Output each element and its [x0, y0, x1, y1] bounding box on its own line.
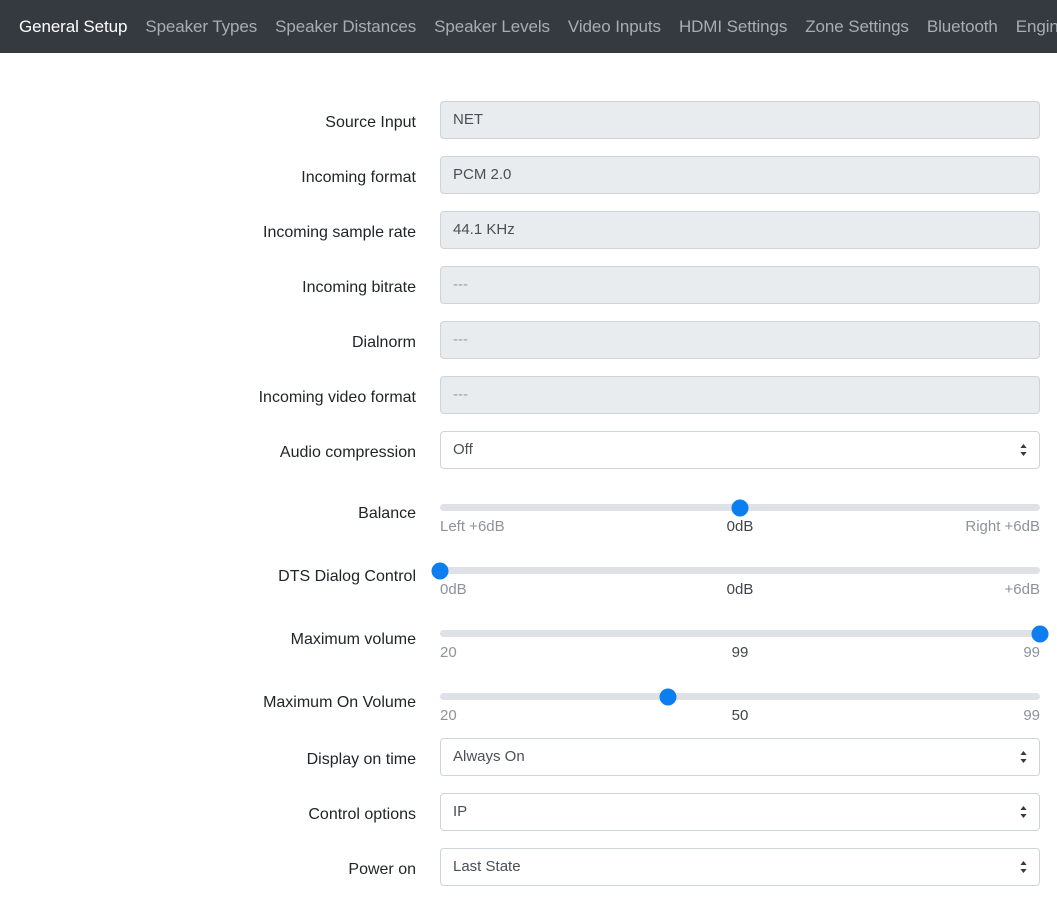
form-row-audio-compression: Audio compression Off: [0, 431, 1057, 486]
chevron-updown-icon: [1020, 751, 1027, 763]
balance-min-label: Left +6dB: [440, 518, 505, 535]
form-row-maximum-volume: Maximum volume 20 99 99: [0, 612, 1057, 675]
display-on-time-label: Display on time: [306, 751, 416, 768]
nav-tab-video-inputs[interactable]: Video Inputs: [559, 0, 670, 53]
maximum-on-volume-max-label: 99: [1023, 707, 1040, 724]
balance-mid-label: 0dB: [726, 518, 754, 535]
maximum-volume-slider-track[interactable]: [440, 625, 1049, 642]
nav-tab-bluetooth[interactable]: Bluetooth: [918, 0, 1007, 53]
nav-tab-label: Zone Settings: [805, 17, 909, 36]
control-options-value: IP: [453, 803, 468, 820]
nav-tab-label: Video Inputs: [567, 17, 661, 36]
balance-slider-track[interactable]: [440, 499, 1040, 516]
nav-tab-label: Speaker Distances: [275, 17, 417, 36]
maximum-on-volume-slider-thumb[interactable]: [659, 688, 677, 705]
form-row-source-input: Source Input NET: [0, 101, 1057, 156]
audio-compression-value: Off: [453, 441, 473, 458]
dts-dialog-control-mid-label: 0dB: [726, 581, 754, 598]
incoming-bitrate-label: Incoming bitrate: [302, 279, 416, 296]
incoming-sample-rate-value: 44.1 KHz: [440, 211, 1040, 249]
control-options-select[interactable]: IP: [440, 793, 1040, 831]
incoming-video-format-value: ---: [440, 376, 1040, 414]
power-on-label: Power on: [348, 861, 416, 878]
source-input-label: Source Input: [325, 114, 416, 131]
incoming-format-label: Incoming format: [301, 169, 416, 186]
nav-tab-speaker-levels[interactable]: Speaker Levels: [425, 0, 559, 53]
incoming-video-format-label: Incoming video format: [258, 389, 416, 406]
dts-dialog-control-min-label: 0dB: [440, 581, 467, 598]
dts-dialog-control-max-label: +6dB: [1004, 581, 1040, 598]
audio-compression-select[interactable]: Off: [440, 431, 1040, 469]
form-row-incoming-bitrate: Incoming bitrate ---: [0, 266, 1057, 321]
dts-dialog-control-slider-track[interactable]: [431, 562, 1040, 579]
incoming-format-value: PCM 2.0: [440, 156, 1040, 194]
maximum-on-volume-slider-track[interactable]: [440, 688, 1040, 705]
nav-tab-label: Bluetooth: [926, 17, 998, 36]
chevron-updown-icon: [1020, 861, 1027, 873]
form-row-incoming-video-format: Incoming video format ---: [0, 376, 1057, 431]
nav-tab-label: HDMI Settings: [678, 17, 788, 36]
audio-compression-label: Audio compression: [279, 444, 416, 461]
general-setup-form: Source Input NET Incoming format PCM 2.0…: [0, 53, 1057, 903]
source-input-value: NET: [440, 101, 1040, 139]
nav-tab-hdmi-settings[interactable]: HDMI Settings: [670, 0, 796, 53]
form-row-display-on-time: Display on time Always On: [0, 738, 1057, 793]
dialnorm-value: ---: [440, 321, 1040, 359]
power-on-select[interactable]: Last State: [440, 848, 1040, 886]
display-on-time-value: Always On: [453, 748, 525, 765]
nav-tab-label: Engineering: [1015, 17, 1057, 36]
display-on-time-select[interactable]: Always On: [440, 738, 1040, 776]
maximum-on-volume-slider[interactable]: 20 50 99: [440, 688, 1040, 724]
dts-dialog-control-slider-thumb[interactable]: [431, 562, 449, 579]
maximum-volume-label: Maximum volume: [290, 631, 416, 648]
form-row-incoming-sample-rate: Incoming sample rate 44.1 KHz: [0, 211, 1057, 266]
maximum-volume-slider-thumb[interactable]: [1031, 625, 1049, 642]
chevron-updown-icon: [1020, 444, 1027, 456]
form-row-maximum-on-volume: Maximum On Volume 20 50 99: [0, 675, 1057, 738]
dts-dialog-control-scale: 0dB 0dB +6dB: [440, 581, 1040, 598]
dts-dialog-control-slider[interactable]: 0dB 0dB +6dB: [431, 562, 1040, 598]
balance-slider[interactable]: Left +6dB 0dB Right +6dB: [440, 499, 1040, 535]
incoming-bitrate-value: ---: [440, 266, 1040, 304]
balance-label: Balance: [358, 505, 416, 522]
form-row-incoming-format: Incoming format PCM 2.0: [0, 156, 1057, 211]
nav-tab-speaker-types[interactable]: Speaker Types: [136, 0, 266, 53]
maximum-on-volume-scale: 20 50 99: [440, 707, 1040, 724]
form-row-balance: Balance Left +6dB 0dB Right +6dB: [0, 486, 1057, 549]
nav-tab-label: General Setup: [19, 17, 128, 36]
balance-slider-thumb[interactable]: [731, 499, 749, 516]
dialnorm-label: Dialnorm: [351, 334, 416, 351]
nav-tab-zone-settings[interactable]: Zone Settings: [796, 0, 918, 53]
maximum-on-volume-min-label: 20: [440, 707, 457, 724]
maximum-volume-scale: 20 99 99: [440, 644, 1040, 661]
incoming-sample-rate-label: Incoming sample rate: [263, 224, 416, 241]
main-navigation: General Setup Speaker Types Speaker Dist…: [0, 0, 1057, 53]
maximum-on-volume-label: Maximum On Volume: [263, 694, 416, 711]
maximum-volume-slider[interactable]: 20 99 99: [440, 625, 1049, 661]
nav-tab-speaker-distances[interactable]: Speaker Distances: [266, 0, 425, 53]
form-row-dialnorm: Dialnorm ---: [0, 321, 1057, 376]
control-options-label: Control options: [308, 806, 416, 823]
form-row-dts-dialog-control: DTS Dialog Control 0dB 0dB +6dB: [0, 549, 1057, 612]
maximum-volume-max-label: 99: [1023, 644, 1040, 661]
nav-tab-engineering[interactable]: Engineering: [1007, 0, 1057, 53]
chevron-updown-icon: [1020, 806, 1027, 818]
nav-tab-label: Speaker Levels: [434, 17, 550, 36]
maximum-volume-mid-label: 99: [731, 644, 749, 661]
nav-tab-general-setup[interactable]: General Setup: [10, 0, 136, 53]
power-on-value: Last State: [453, 858, 521, 875]
maximum-on-volume-mid-label: 50: [731, 707, 749, 724]
balance-max-label: Right +6dB: [965, 518, 1040, 535]
form-row-control-options: Control options IP: [0, 793, 1057, 848]
maximum-volume-min-label: 20: [440, 644, 457, 661]
nav-tab-label: Speaker Types: [145, 17, 258, 36]
form-row-power-on: Power on Last State: [0, 848, 1057, 903]
balance-scale: Left +6dB 0dB Right +6dB: [440, 518, 1040, 535]
dts-dialog-control-label: DTS Dialog Control: [278, 568, 416, 585]
